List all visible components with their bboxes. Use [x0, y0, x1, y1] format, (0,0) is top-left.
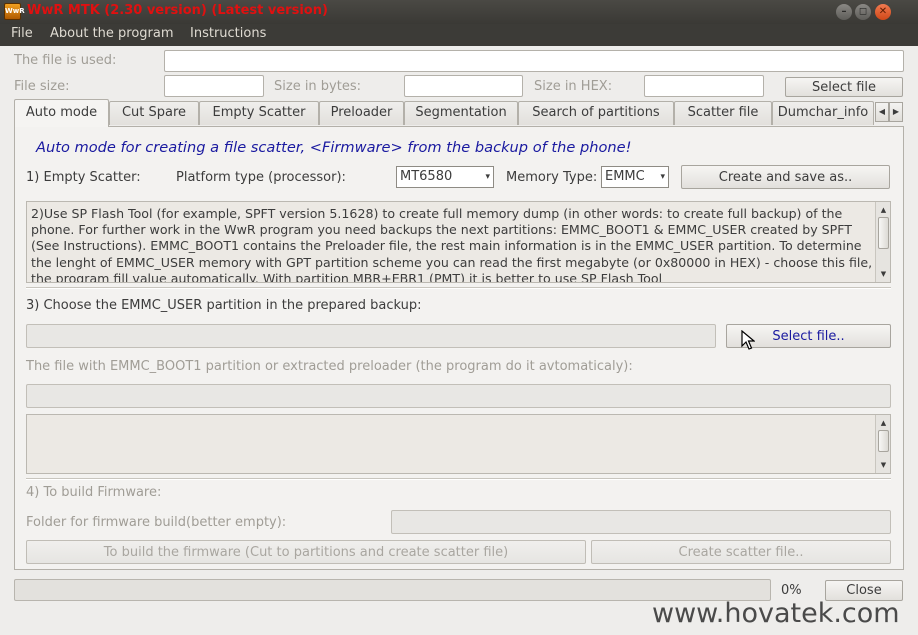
auto-mode-panel [14, 126, 904, 570]
title-bar[interactable]: WwR WwR MTK (2.30 version) (Latest versi… [0, 0, 918, 24]
chevron-down-icon: ▾ [660, 172, 665, 182]
scroll-up-icon[interactable]: ▲ [877, 417, 890, 429]
file-used-input[interactable] [164, 50, 904, 72]
file-size-input[interactable] [164, 75, 264, 97]
boot1-path-field[interactable] [26, 384, 891, 408]
step4-label: 4) To build Firmware: [26, 485, 162, 500]
step1-label: 1) Empty Scatter: [26, 170, 141, 185]
menu-about[interactable]: About the program [50, 26, 174, 41]
memory-type-label: Memory Type: [506, 170, 598, 185]
create-save-button[interactable]: Create and save as.. [681, 165, 890, 189]
select-file-button[interactable]: Select file [785, 77, 903, 97]
chevron-down-icon: ▾ [485, 172, 490, 182]
memory-type-select[interactable]: EMMC ▾ [601, 166, 669, 188]
create-scatter-button[interactable]: Create scatter file.. [591, 540, 891, 564]
tab-scroll-right-icon[interactable]: ▶ [889, 102, 903, 122]
minimize-icon[interactable]: – [836, 4, 852, 20]
tab-preloader[interactable]: Preloader [319, 101, 404, 125]
boot1-label: The file with EMMC_BOOT1 partition or ex… [26, 359, 633, 374]
step3-label: 3) Choose the EMMC_USER partition in the… [26, 298, 422, 313]
size-hex-input[interactable] [644, 75, 764, 97]
separator [26, 478, 891, 480]
tab-cut-spare[interactable]: Cut Spare [109, 101, 199, 125]
separator [26, 287, 891, 289]
watermark: www.hovatek.com [652, 598, 900, 629]
platform-value: MT6580 [400, 169, 453, 184]
maximize-icon[interactable]: ◻ [855, 4, 871, 20]
mouse-cursor-icon [741, 330, 755, 350]
tab-segmentation[interactable]: Segmentation [404, 101, 518, 125]
build-firmware-button[interactable]: To build the firmware (Cut to partitions… [26, 540, 586, 564]
folder-field[interactable] [391, 510, 891, 534]
scroll-down-icon[interactable]: ▼ [877, 268, 890, 280]
memory-type-value: EMMC [605, 169, 645, 184]
platform-label: Platform type (processor): [176, 170, 346, 185]
menu-bar: File About the program Instructions [0, 24, 918, 46]
scroll-down-icon[interactable]: ▼ [877, 459, 890, 471]
tab-auto-mode[interactable]: Auto mode [14, 99, 109, 127]
scroll-thumb[interactable] [878, 217, 889, 249]
tab-dumchar-info[interactable]: Dumchar_info [772, 101, 874, 125]
size-bytes-input[interactable] [404, 75, 523, 97]
tab-scroll-left-icon[interactable]: ◀ [875, 102, 889, 122]
window-title: WwR MTK (2.30 version) (Latest version) [27, 3, 328, 18]
close-icon[interactable]: ✕ [875, 4, 891, 20]
menu-file[interactable]: File [11, 26, 33, 41]
info-text: 2)Use SP Flash Tool (for example, SPFT v… [31, 206, 873, 283]
size-hex-label: Size in HEX: [534, 79, 613, 94]
tab-search-partitions[interactable]: Search of partitions [518, 101, 674, 125]
scroll-up-icon[interactable]: ▲ [877, 204, 890, 216]
size-bytes-label: Size in bytes: [274, 79, 361, 94]
platform-select[interactable]: MT6580 ▾ [396, 166, 494, 188]
menu-instructions[interactable]: Instructions [190, 26, 266, 41]
log-text-area[interactable]: ▲ ▼ [26, 414, 891, 474]
tab-empty-scatter[interactable]: Empty Scatter [199, 101, 319, 125]
folder-label: Folder for firmware build(better empty): [26, 515, 287, 530]
tab-scatter-file[interactable]: Scatter file [674, 101, 772, 125]
auto-mode-heading: Auto mode for creating a file scatter, <… [36, 139, 632, 156]
file-used-label: The file is used: [14, 53, 117, 68]
app-icon: WwR [4, 3, 25, 20]
file-size-label: File size: [14, 79, 70, 94]
log-scrollbar[interactable]: ▲ ▼ [875, 415, 890, 473]
info-text-area[interactable]: 2)Use SP Flash Tool (for example, SPFT v… [26, 201, 891, 283]
info-scrollbar[interactable]: ▲ ▼ [875, 202, 890, 282]
emmc-user-path-field[interactable] [26, 324, 716, 348]
progress-label: 0% [781, 583, 802, 598]
scroll-thumb[interactable] [878, 430, 889, 452]
